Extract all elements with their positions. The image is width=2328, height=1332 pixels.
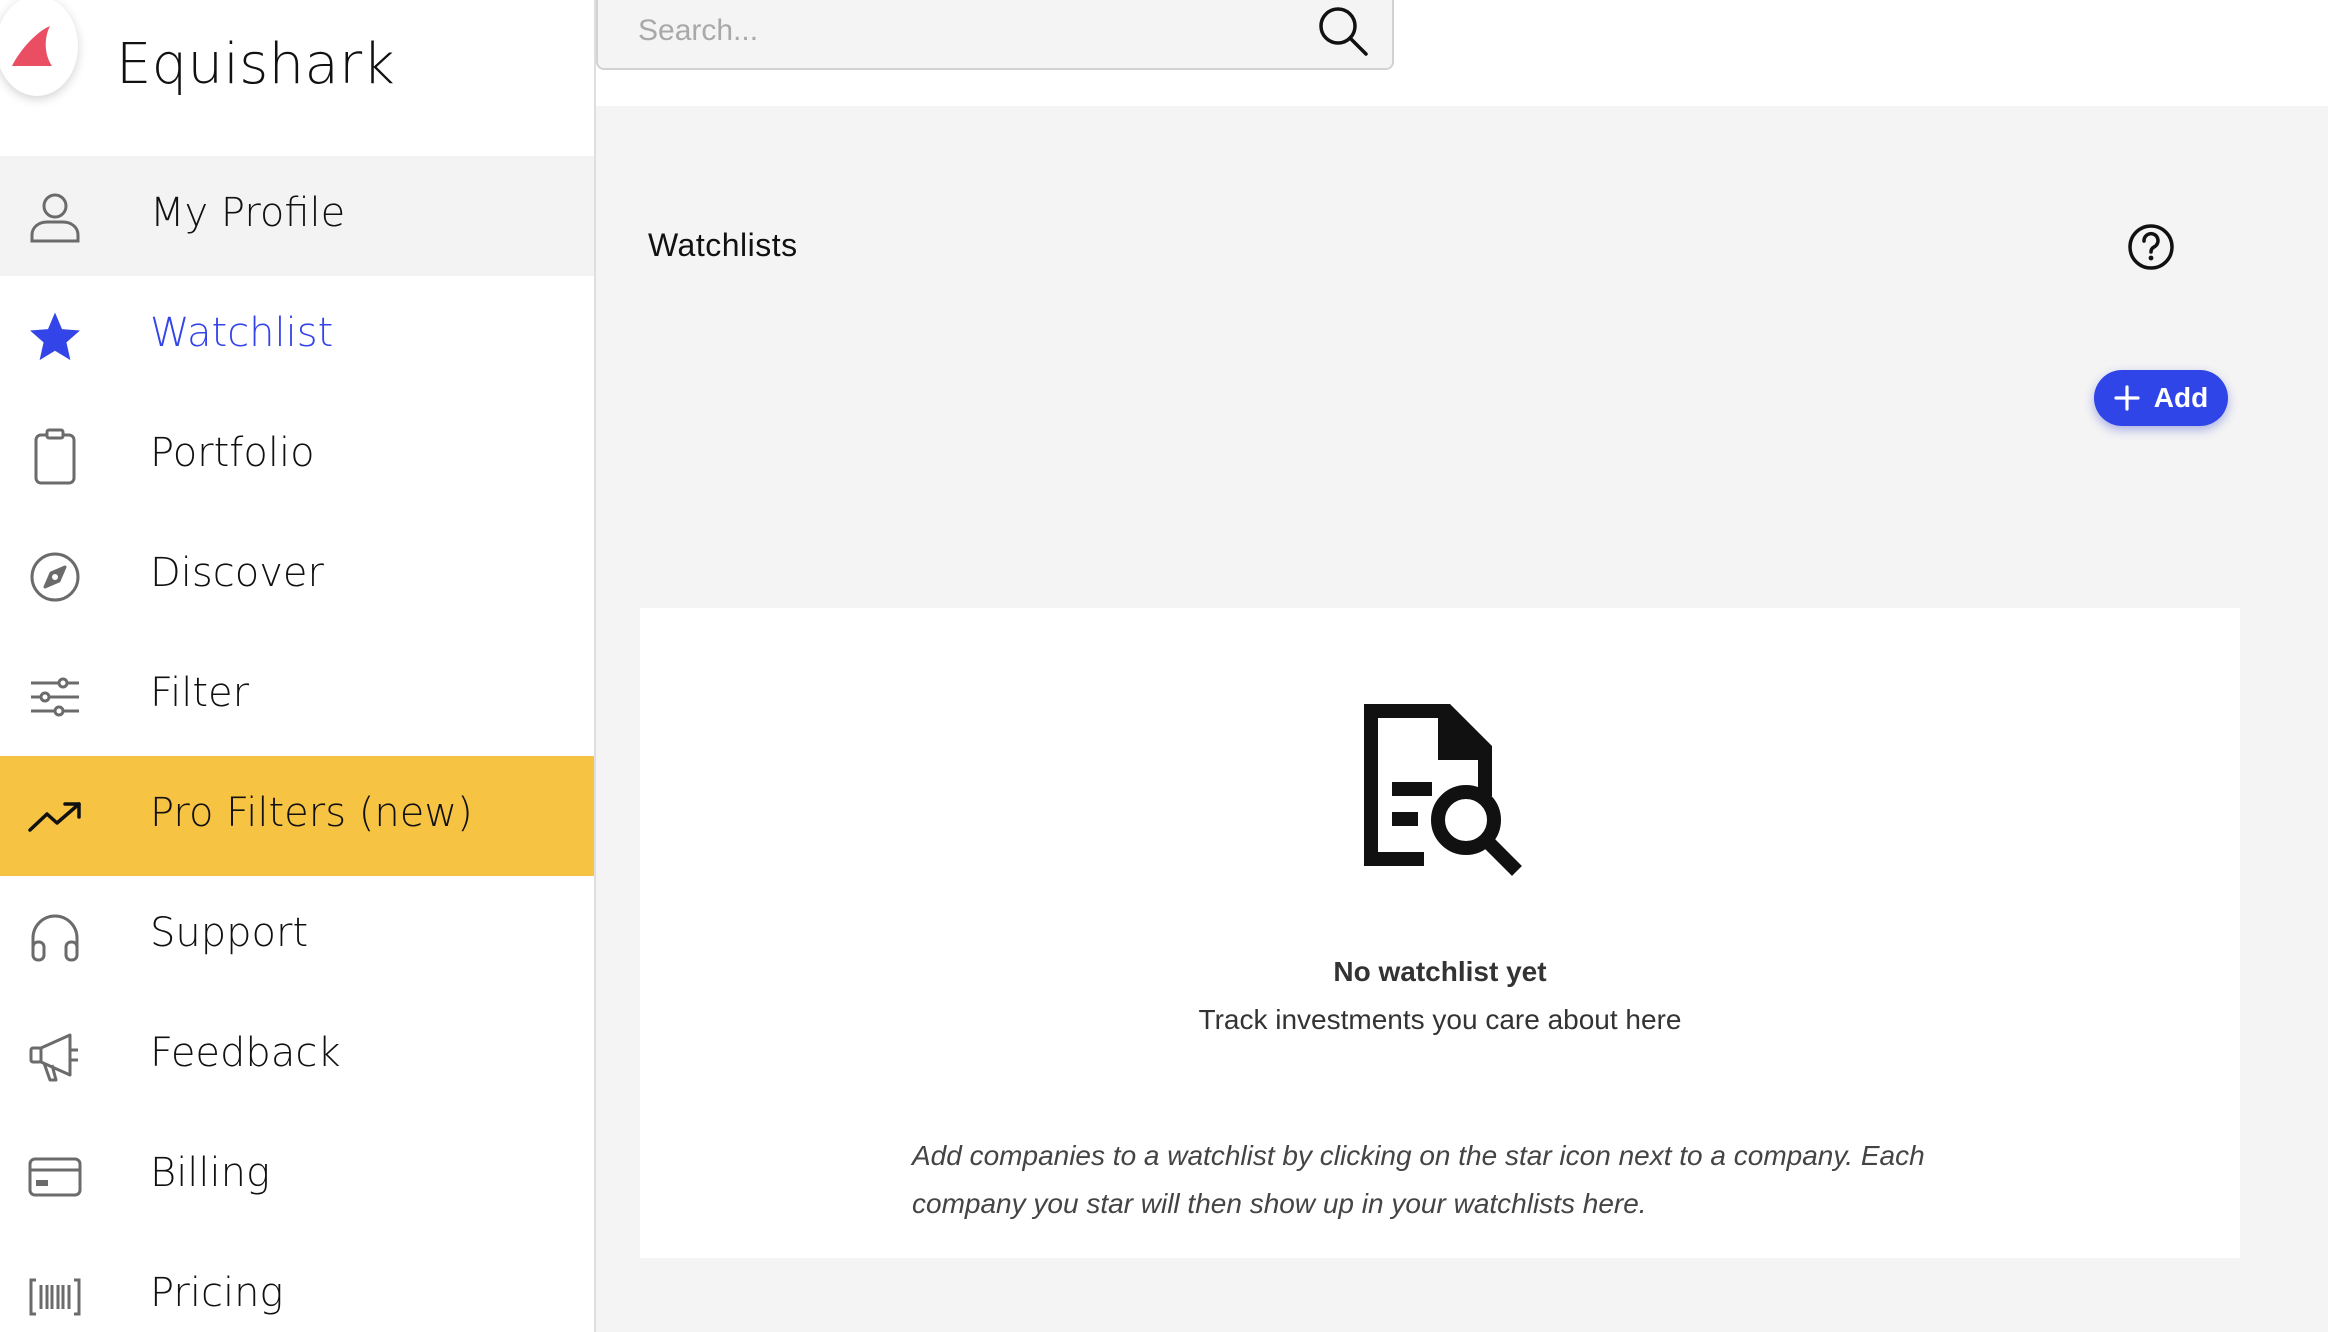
megaphone-icon bbox=[26, 1028, 84, 1086]
sidebar-item-portfolio[interactable]: Portfolio bbox=[0, 396, 594, 516]
sidebar-item-label: Feedback bbox=[150, 1030, 341, 1076]
sidebar: Equishark My Profile Watchlist Portfolio… bbox=[0, 0, 596, 1332]
sidebar-item-pricing[interactable]: Pricing bbox=[0, 1236, 594, 1332]
search-button[interactable] bbox=[1316, 4, 1370, 58]
compass-icon bbox=[26, 548, 84, 606]
trending-up-icon bbox=[26, 788, 84, 846]
empty-state-subtitle: Track investments you care about here bbox=[1198, 1004, 1682, 1035]
clipboard-icon bbox=[26, 428, 84, 486]
brand-name: Equishark bbox=[116, 32, 396, 97]
empty-state-title: No watchlist yet bbox=[1333, 956, 1547, 987]
sidebar-item-discover[interactable]: Discover bbox=[0, 516, 594, 636]
user-icon bbox=[26, 188, 84, 246]
sidebar-item-label: Pro Filters (new) bbox=[150, 790, 473, 836]
sidebar-item-label: Watchlist bbox=[150, 310, 334, 356]
plus-icon bbox=[2114, 385, 2140, 411]
sidebar-item-filter[interactable]: Filter bbox=[0, 636, 594, 756]
sliders-icon bbox=[26, 668, 84, 726]
brand-header: Equishark bbox=[0, 0, 594, 156]
shark-fin-icon bbox=[12, 26, 52, 66]
top-bar bbox=[596, 0, 2328, 106]
add-button-label: Add bbox=[2153, 382, 2209, 413]
search-input[interactable] bbox=[636, 6, 1300, 56]
barcode-icon bbox=[26, 1268, 84, 1326]
sidebar-item-billing[interactable]: Billing bbox=[0, 1116, 594, 1236]
sidebar-nav: My Profile Watchlist Portfolio Discover … bbox=[0, 156, 594, 1332]
main-content: Watchlists Add No watchlist yet Track in… bbox=[596, 106, 2328, 1332]
sidebar-item-pro-filters[interactable]: Pro Filters (new) bbox=[0, 756, 594, 876]
search-box bbox=[596, 0, 1394, 70]
sidebar-item-label: Pricing bbox=[150, 1270, 284, 1316]
brand-logo[interactable] bbox=[0, 0, 78, 96]
sidebar-item-label: Billing bbox=[150, 1150, 270, 1196]
help-button[interactable] bbox=[2126, 222, 2176, 272]
help-circle-icon bbox=[2128, 224, 2174, 270]
sidebar-item-label: Portfolio bbox=[150, 430, 315, 476]
sidebar-item-support[interactable]: Support bbox=[0, 876, 594, 996]
sidebar-item-feedback[interactable]: Feedback bbox=[0, 996, 594, 1116]
search-icon bbox=[1319, 7, 1368, 56]
sidebar-item-label: Support bbox=[150, 910, 309, 956]
add-watchlist-button[interactable]: Add bbox=[2094, 370, 2228, 426]
document-search-icon bbox=[1354, 696, 1524, 881]
page-title: Watchlists bbox=[648, 227, 798, 264]
empty-state-card: No watchlist yet Track investments you c… bbox=[640, 608, 2240, 1258]
credit-card-icon bbox=[26, 1148, 84, 1206]
sidebar-item-label: My Profile bbox=[150, 190, 346, 236]
sidebar-item-label: Filter bbox=[150, 670, 250, 716]
sidebar-item-watchlist[interactable]: Watchlist bbox=[0, 276, 594, 396]
empty-state-note: Add companies to a watchlist by clicking… bbox=[912, 1140, 1925, 1219]
star-icon bbox=[26, 308, 84, 366]
sidebar-item-my-profile[interactable]: My Profile bbox=[0, 156, 594, 276]
sidebar-item-label: Discover bbox=[150, 550, 324, 596]
headphones-icon bbox=[26, 908, 84, 966]
